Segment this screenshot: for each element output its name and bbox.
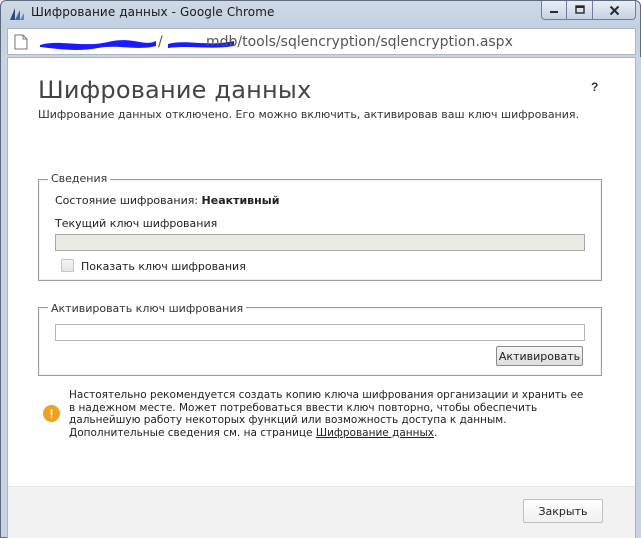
window-controls [541,1,636,20]
maximize-icon [574,5,585,14]
window-title: Шифрование данных - Google Chrome [31,5,275,19]
activate-key-input[interactable] [55,324,585,341]
page-icon [14,34,28,50]
url-prefix: / [158,34,163,50]
title-bar: Шифрование данных - Google Chrome [1,1,641,25]
crm-logo-icon [10,8,24,20]
encryption-help-link[interactable]: Шифрование данных [316,427,434,439]
warning-icon: ! [43,405,60,422]
browser-window: Шифрование данных - Google Chrome / mdb/… [0,0,641,538]
current-key-field [55,234,585,251]
window-border [636,57,641,538]
current-key-label: Текущий ключ шифрования [55,217,218,230]
close-window-button[interactable] [593,1,636,20]
page-subtitle: Шифрование данных отключено. Его можно в… [38,108,580,121]
redaction-mark [40,40,156,50]
address-bar[interactable]: / mdb/tools/sqlencryption/sqlencryption.… [7,28,636,55]
show-key-label: Показать ключ шифрования [81,260,246,273]
maximize-button[interactable] [567,1,593,20]
close-dialog-button[interactable]: Закрыть [523,499,603,523]
activate-group-legend: Активировать ключ шифрования [48,302,247,315]
encryption-status: Состояние шифрования: Неактивный [55,194,279,207]
dialog-content: Шифрование данных ? Шифрование данных от… [7,57,636,538]
show-key-checkbox[interactable] [61,259,74,272]
minimize-button[interactable] [541,1,567,20]
minimize-icon [550,11,558,13]
encryption-notice: Настоятельно рекомендуется создать копию… [69,389,589,439]
encryption-status-value: Неактивный [201,194,280,207]
url-text: / [158,34,163,50]
notice-end: . [434,426,438,439]
encryption-status-label: Состояние шифрования: [55,194,202,207]
activate-button[interactable]: Активировать [496,346,583,366]
dialog-footer: Закрыть [8,486,635,538]
url-path: mdb/tools/sqlencryption/sqlencryption.as… [206,34,513,50]
close-icon [609,5,619,15]
help-icon[interactable]: ? [591,80,598,94]
page-title: Шифрование данных [38,76,312,104]
info-group-legend: Сведения [48,172,111,185]
